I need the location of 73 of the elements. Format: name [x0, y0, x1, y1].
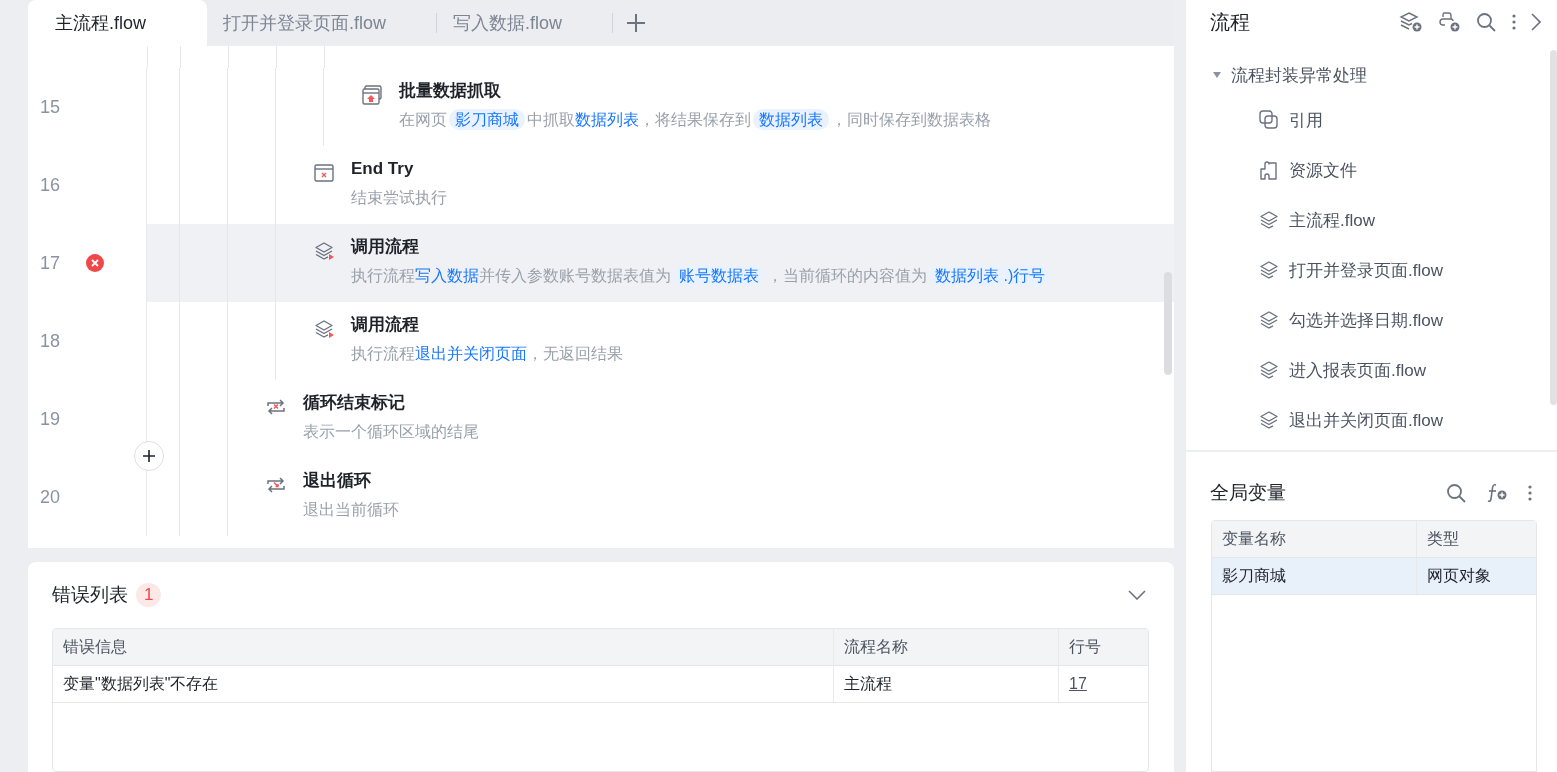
- step-description: 在网页 影刀商城 中抓取数据列表，将结果保存到 数据列表 ，同时保存到数据表格: [399, 108, 991, 132]
- line-link[interactable]: 17: [1069, 675, 1087, 693]
- table-cell[interactable]: 网页对象: [1417, 558, 1536, 594]
- line-number: 15: [40, 96, 62, 118]
- step-row[interactable]: 调用流程 执行流程退出并关闭页面，无返回结果: [147, 302, 1174, 380]
- file-tab[interactable]: 主流程.flow: [28, 0, 207, 46]
- add-module-icon[interactable]: [1437, 11, 1461, 33]
- step-title: 循环结束标记: [303, 392, 406, 414]
- step-row[interactable]: 批量数据抓取 在网页 影刀商城 中抓取数据列表，将结果保存到 数据列表 ，同时保存到数据表格: [147, 68, 1174, 146]
- layers-play-icon: [313, 318, 335, 340]
- tree-item[interactable]: 退出并关闭页面.flow: [1258, 395, 1443, 445]
- chevron-down-icon[interactable]: [1128, 587, 1146, 603]
- tree-item[interactable]: 打开并登录页面.flow: [1258, 245, 1443, 295]
- tree-item[interactable]: 资源文件: [1258, 145, 1357, 195]
- line-number: 19: [40, 408, 62, 430]
- layers-icon: [1258, 409, 1280, 431]
- step-row-highlight[interactable]: 调用流程 执行流程写入数据并传入参数账号数据表值为 账号数据表 ，当前循环的内容值为 数据列表 .)行号: [147, 224, 1174, 302]
- puzzle-icon: [1258, 159, 1280, 181]
- tree-item[interactable]: 引用: [1258, 95, 1323, 145]
- table-cell: 主流程: [834, 666, 1059, 702]
- step-title: 退出循环: [303, 470, 372, 492]
- tree-item[interactable]: 主流程.flow: [1258, 195, 1375, 245]
- line-number: 18: [40, 330, 62, 352]
- step-description: 执行流程退出并关闭页面，无返回结果: [351, 344, 623, 364]
- panel-title: 错误列表: [52, 583, 128, 607]
- column-header: 行号: [1068, 636, 1102, 657]
- layers-icon: [1258, 209, 1280, 231]
- plus-icon[interactable]: [626, 13, 647, 33]
- step-row[interactable]: 退出循环 退出当前循环: [147, 458, 1174, 536]
- search-icon[interactable]: [1445, 482, 1467, 504]
- step-description: 执行流程写入数据并传入参数账号数据表值为 账号数据表 ，当前循环的内容值为 数据列表 .)行号: [351, 264, 1054, 288]
- tree-item[interactable]: 进入报表页面.flow: [1258, 345, 1426, 395]
- step-description: 退出当前循环: [303, 500, 399, 520]
- column-header: 类型: [1426, 528, 1460, 549]
- chevron-right-icon[interactable]: [1531, 13, 1541, 31]
- step-description: 表示一个循环区域的结尾: [303, 422, 479, 442]
- column-header: 流程名称: [834, 629, 1059, 665]
- tree-folder[interactable]: 流程封装异常处理: [1186, 60, 1373, 90]
- column-header: 错误信息: [53, 629, 834, 665]
- layers-play-icon: [313, 240, 335, 262]
- browser-window-icon: [361, 84, 383, 106]
- add-step-button[interactable]: [134, 441, 164, 471]
- step-title: End Try: [351, 158, 415, 180]
- line-number: 16: [40, 174, 62, 196]
- add-function-icon[interactable]: [1485, 482, 1509, 504]
- line-number: 17: [40, 252, 62, 274]
- layers-icon: [1258, 309, 1280, 331]
- line-number: 20: [40, 486, 62, 508]
- search-icon[interactable]: [1475, 11, 1497, 33]
- step-row[interactable]: End Try 结束尝试执行: [147, 146, 1174, 224]
- layers-icon: [1258, 359, 1280, 381]
- more-icon[interactable]: [1527, 483, 1533, 503]
- layers-icon: [1258, 259, 1280, 281]
- plus-icon: [142, 449, 156, 463]
- caret-icon[interactable]: [1212, 70, 1222, 80]
- panel-title: 全局变量: [1210, 481, 1286, 505]
- tree-item[interactable]: 勾选并选择日期.flow: [1258, 295, 1443, 345]
- copy-icon: [1258, 109, 1280, 131]
- window-x-icon: [313, 162, 335, 184]
- add-layer-icon[interactable]: [1399, 11, 1423, 33]
- table-cell[interactable]: 影刀商城: [1212, 558, 1417, 594]
- step-row[interactable]: 循环结束标记 表示一个循环区域的结尾: [147, 380, 1174, 458]
- scrollbar[interactable]: [1164, 272, 1172, 375]
- panel-title: 流程: [1210, 9, 1250, 35]
- step-title: 调用流程: [351, 314, 420, 336]
- column-header: 变量名称: [1212, 521, 1417, 557]
- step-title: 批量数据抓取: [399, 80, 502, 102]
- table-cell: 变量"数据列表"不存在: [53, 666, 834, 702]
- scrollbar[interactable]: [1550, 50, 1557, 405]
- step-title: 调用流程: [351, 236, 420, 258]
- step-description: 结束尝试执行: [351, 188, 447, 208]
- more-icon[interactable]: [1511, 12, 1517, 32]
- error-count-badge: 1: [136, 583, 162, 607]
